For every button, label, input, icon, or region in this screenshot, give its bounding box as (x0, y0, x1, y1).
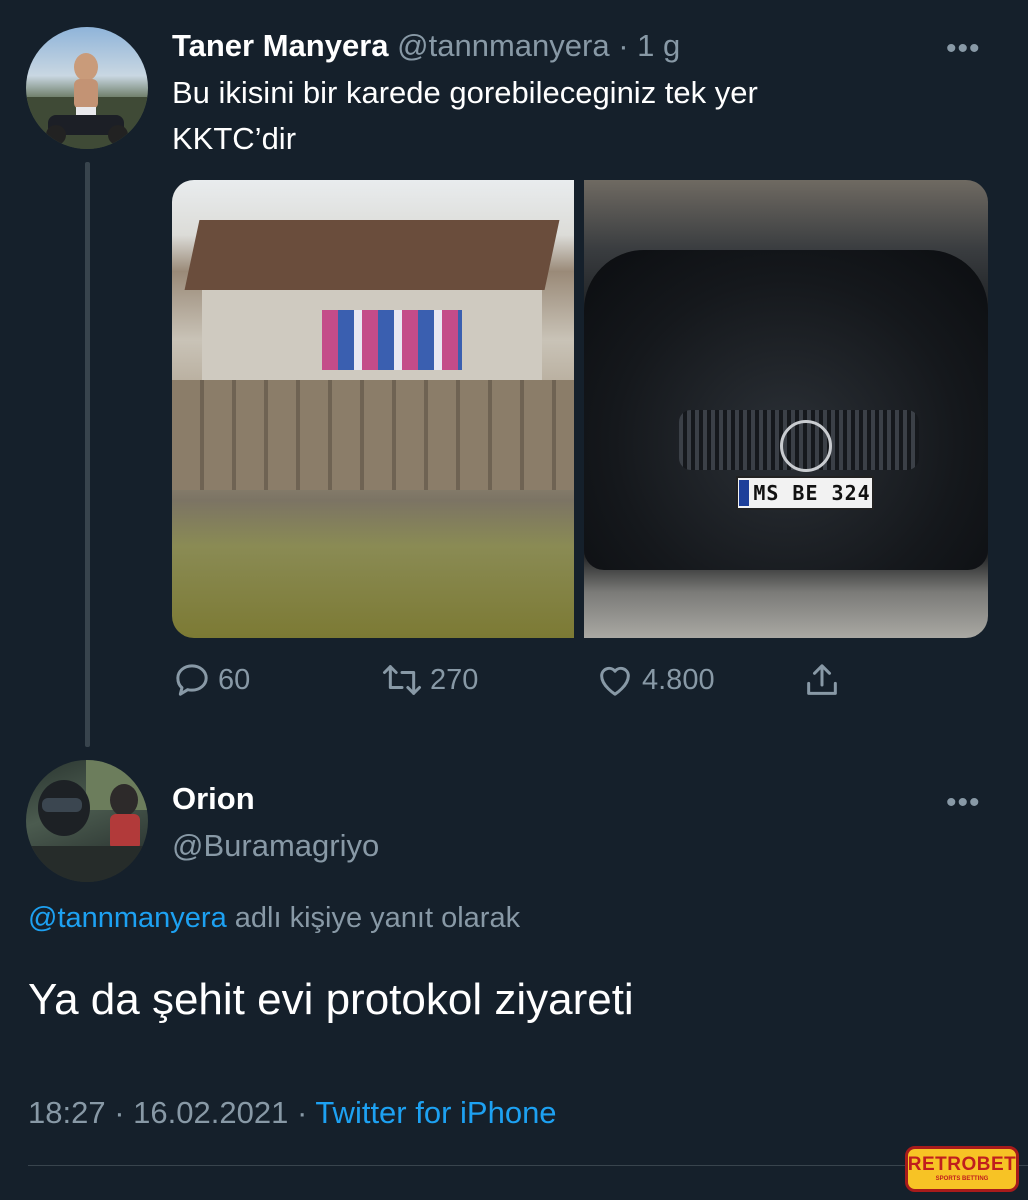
laundry (322, 310, 462, 370)
avatar-photo (26, 53, 148, 149)
tweet-media[interactable]: MS BE 324 (172, 180, 988, 638)
divider (28, 1165, 1028, 1166)
license-plate: MS BE 324 (736, 476, 874, 510)
tweet-text-line-2: KKTC’dir (172, 121, 297, 156)
tweet-text-line-1: Bu ikisini bir karede gorebileceginiz te… (172, 75, 758, 110)
retweet-count: 270 (430, 663, 479, 696)
reply-count: 60 (218, 663, 251, 696)
more-options-icon[interactable]: ••• (946, 788, 981, 818)
avatar[interactable] (26, 760, 148, 882)
more-options-icon[interactable]: ••• (946, 34, 981, 64)
retrobet-watermark-logo: RETROBET SPORTS BETTING (905, 1146, 1019, 1192)
reply-to-mention[interactable]: @tannmanyera (28, 902, 227, 934)
tweet-time[interactable]: 18:27 (28, 1095, 106, 1130)
reply-button[interactable]: 60 (172, 658, 250, 702)
watermark-sub: SPORTS BETTING (935, 1176, 989, 1182)
tweet-meta: 18:27 · 16.02.2021 · Twitter for iPhone (28, 1095, 557, 1131)
retweet-button[interactable]: 270 (380, 658, 478, 702)
reply-tweet-text: Ya da şehit evi protokol ziyareti (28, 975, 634, 1024)
tweet-date[interactable]: 16.02.2021 (133, 1095, 288, 1130)
like-button[interactable]: 4.800 (594, 658, 715, 702)
author-handle[interactable]: @tannmanyera (397, 28, 609, 63)
reply-icon (176, 664, 208, 696)
avatar[interactable] (26, 27, 148, 149)
avatar-photo (26, 760, 148, 882)
plate-text: MS BE 324 (753, 481, 871, 505)
share-icon (807, 664, 837, 695)
separator-dot: · (618, 28, 629, 63)
car-photo[interactable]: MS BE 324 (584, 180, 988, 638)
tweet-text: Bu ikisini bir karede gorebileceginiz te… (172, 70, 952, 162)
tweet-detail-page: Taner Manyera @tannmanyera · 1 g ••• Bu … (0, 0, 1028, 1200)
car-logo-icon (780, 420, 832, 472)
watermark-main: RETROBET (907, 1154, 1017, 1175)
house-roof (184, 220, 560, 290)
author-header: Taner Manyera @tannmanyera · 1 g (172, 28, 680, 64)
reply-author-handle[interactable]: @Buramagriyo (172, 828, 379, 864)
meta-dot: · (114, 1095, 125, 1130)
author-name[interactable]: Taner Manyera (172, 28, 389, 63)
stone-wall (172, 380, 574, 490)
like-count: 4.800 (642, 663, 715, 696)
thread-line (85, 162, 90, 747)
heart-icon (600, 666, 630, 696)
tweet-actions: 60 270 4.800 (172, 658, 872, 702)
house-photo[interactable] (172, 180, 574, 638)
timestamp[interactable]: 1 g (637, 28, 680, 63)
tweet-source[interactable]: Twitter for iPhone (315, 1095, 556, 1130)
retweet-icon (383, 665, 421, 695)
share-button[interactable] (802, 658, 842, 702)
reply-author-name[interactable]: Orion (172, 781, 255, 817)
meta-dot: · (296, 1095, 308, 1130)
replying-to: @tannmanyera adlı kişiye yanıt olarak (28, 902, 520, 935)
eu-band (739, 480, 750, 506)
reply-to-suffix: adlı kişiye yanıt olarak (234, 902, 521, 934)
